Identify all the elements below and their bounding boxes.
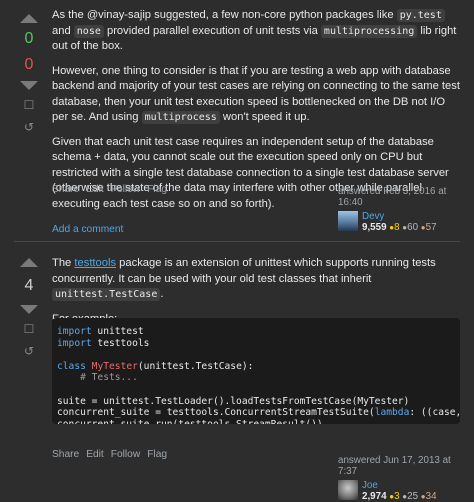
upvote-icon[interactable] bbox=[20, 258, 38, 267]
bookmark-icon[interactable]: ☐ bbox=[10, 98, 48, 112]
inline-code: nose bbox=[73, 24, 104, 38]
user-name[interactable]: Devy bbox=[362, 211, 437, 222]
code-token: import bbox=[57, 337, 92, 349]
inline-code: unittest.TestCase bbox=[52, 288, 161, 301]
share-link[interactable]: Share bbox=[52, 184, 79, 195]
paragraph-text: and bbox=[52, 24, 74, 37]
vote-score: 4 bbox=[24, 277, 34, 294]
gold-count: 8 bbox=[394, 222, 400, 233]
downvote-count: 0 bbox=[24, 56, 34, 73]
user-name[interactable]: Joe bbox=[362, 480, 437, 491]
paragraph-text: provided parallel execution of unit test… bbox=[103, 24, 321, 37]
answer-2: 4 ☐ ↺ The testtools package is an extens… bbox=[0, 246, 474, 502]
upvote-icon[interactable] bbox=[20, 14, 38, 23]
edit-link[interactable]: Edit bbox=[86, 449, 104, 460]
code-token: suite = unittest.TestLoader().loadTestsF… bbox=[57, 395, 410, 407]
downvote-icon[interactable] bbox=[20, 81, 38, 90]
downvote-icon[interactable] bbox=[20, 305, 38, 314]
code-line: class MyTester(unittest.TestCase): bbox=[57, 361, 460, 373]
reputation: 9,559 bbox=[362, 222, 387, 233]
code-token: : ((case, bbox=[409, 407, 460, 419]
flag-link[interactable]: Flag bbox=[147, 184, 167, 195]
bronze-count: 57 bbox=[425, 222, 437, 233]
inline-code: multiprocess bbox=[141, 111, 220, 124]
answer-paragraph: However, one thing to consider is that i… bbox=[52, 64, 460, 126]
code-line: concurrent_suite = testtools.ConcurrentS… bbox=[57, 407, 460, 419]
code-token: class bbox=[57, 360, 86, 372]
code-token: unittest bbox=[91, 326, 144, 337]
inline-code: multiprocessing bbox=[320, 24, 418, 38]
bronze-count: 34 bbox=[425, 491, 437, 502]
code-token: (unittest.TestCase): bbox=[137, 360, 254, 372]
gold-count: 3 bbox=[394, 491, 400, 502]
answered-timestamp[interactable]: answered Feb 3, 2016 at 16:40 bbox=[338, 186, 468, 208]
code-line: import unittest bbox=[57, 326, 460, 338]
code-token: import bbox=[57, 326, 92, 337]
follow-link[interactable]: Follow bbox=[111, 184, 140, 195]
testtools-link[interactable]: testtools bbox=[74, 257, 116, 269]
code-token: lambda bbox=[374, 407, 410, 419]
code-line: concurrent_suite.run(testtools.StreamRes… bbox=[57, 419, 460, 424]
vote-cell: 4 ☐ ↺ bbox=[10, 258, 48, 358]
paragraph-text: won't speed it up. bbox=[219, 111, 310, 123]
edit-link[interactable]: Edit bbox=[86, 184, 104, 195]
intro-paragraph: The testtools package is an extension of… bbox=[52, 257, 436, 301]
silver-count: 60 bbox=[407, 222, 419, 233]
inline-code: py.test bbox=[396, 9, 445, 22]
post-menu: Share Edit Follow Flag bbox=[52, 184, 174, 195]
code-line: # Tests... bbox=[57, 372, 460, 384]
follow-link[interactable]: Follow bbox=[111, 449, 140, 460]
avatar[interactable] bbox=[338, 480, 358, 500]
code-token: concurrent_suite = testtools.ConcurrentS… bbox=[57, 407, 375, 419]
bookmark-icon[interactable]: ☐ bbox=[10, 322, 48, 336]
code-line: suite = unittest.TestLoader().loadTestsF… bbox=[57, 396, 460, 408]
code-token: # Tests... bbox=[57, 372, 138, 384]
vote-cell: 0 0 ☐ ↺ bbox=[10, 14, 48, 134]
code-line: import testtools bbox=[57, 338, 460, 350]
paragraph-text: As the @vinay-sajip suggested, a few non… bbox=[52, 9, 397, 21]
user-signature: answered Feb 3, 2016 at 16:40 Devy 9,559… bbox=[338, 186, 468, 233]
reputation: 2,974 bbox=[362, 491, 387, 502]
answer-divider bbox=[14, 241, 460, 242]
flag-link[interactable]: Flag bbox=[147, 449, 167, 460]
user-signature: answered Jun 17, 2013 at 7:37 Joe 2,974 … bbox=[338, 455, 468, 502]
silver-count: 25 bbox=[407, 491, 419, 502]
history-icon[interactable]: ↺ bbox=[10, 344, 48, 358]
code-token: testtools bbox=[91, 337, 150, 349]
share-link[interactable]: Share bbox=[52, 449, 79, 460]
answer-paragraph: As the @vinay-sajip suggested, a few non… bbox=[52, 8, 460, 55]
add-comment-link[interactable]: Add a comment bbox=[52, 224, 123, 235]
code-block[interactable]: import unittest import testtools class MyT… bbox=[52, 318, 460, 424]
upvote-count: 0 bbox=[24, 30, 34, 47]
answer-1: 0 0 ☐ ↺ As the @vinay-sajip suggested, a… bbox=[0, 0, 474, 235]
code-token: concurrent_suite.run(testtools.StreamRes… bbox=[57, 419, 323, 424]
history-icon[interactable]: ↺ bbox=[10, 120, 48, 134]
code-token: MyTester bbox=[91, 360, 138, 372]
answered-timestamp[interactable]: answered Jun 17, 2013 at 7:37 bbox=[338, 455, 468, 477]
avatar[interactable] bbox=[338, 211, 358, 231]
post-menu: Share Edit Follow Flag bbox=[52, 449, 174, 460]
